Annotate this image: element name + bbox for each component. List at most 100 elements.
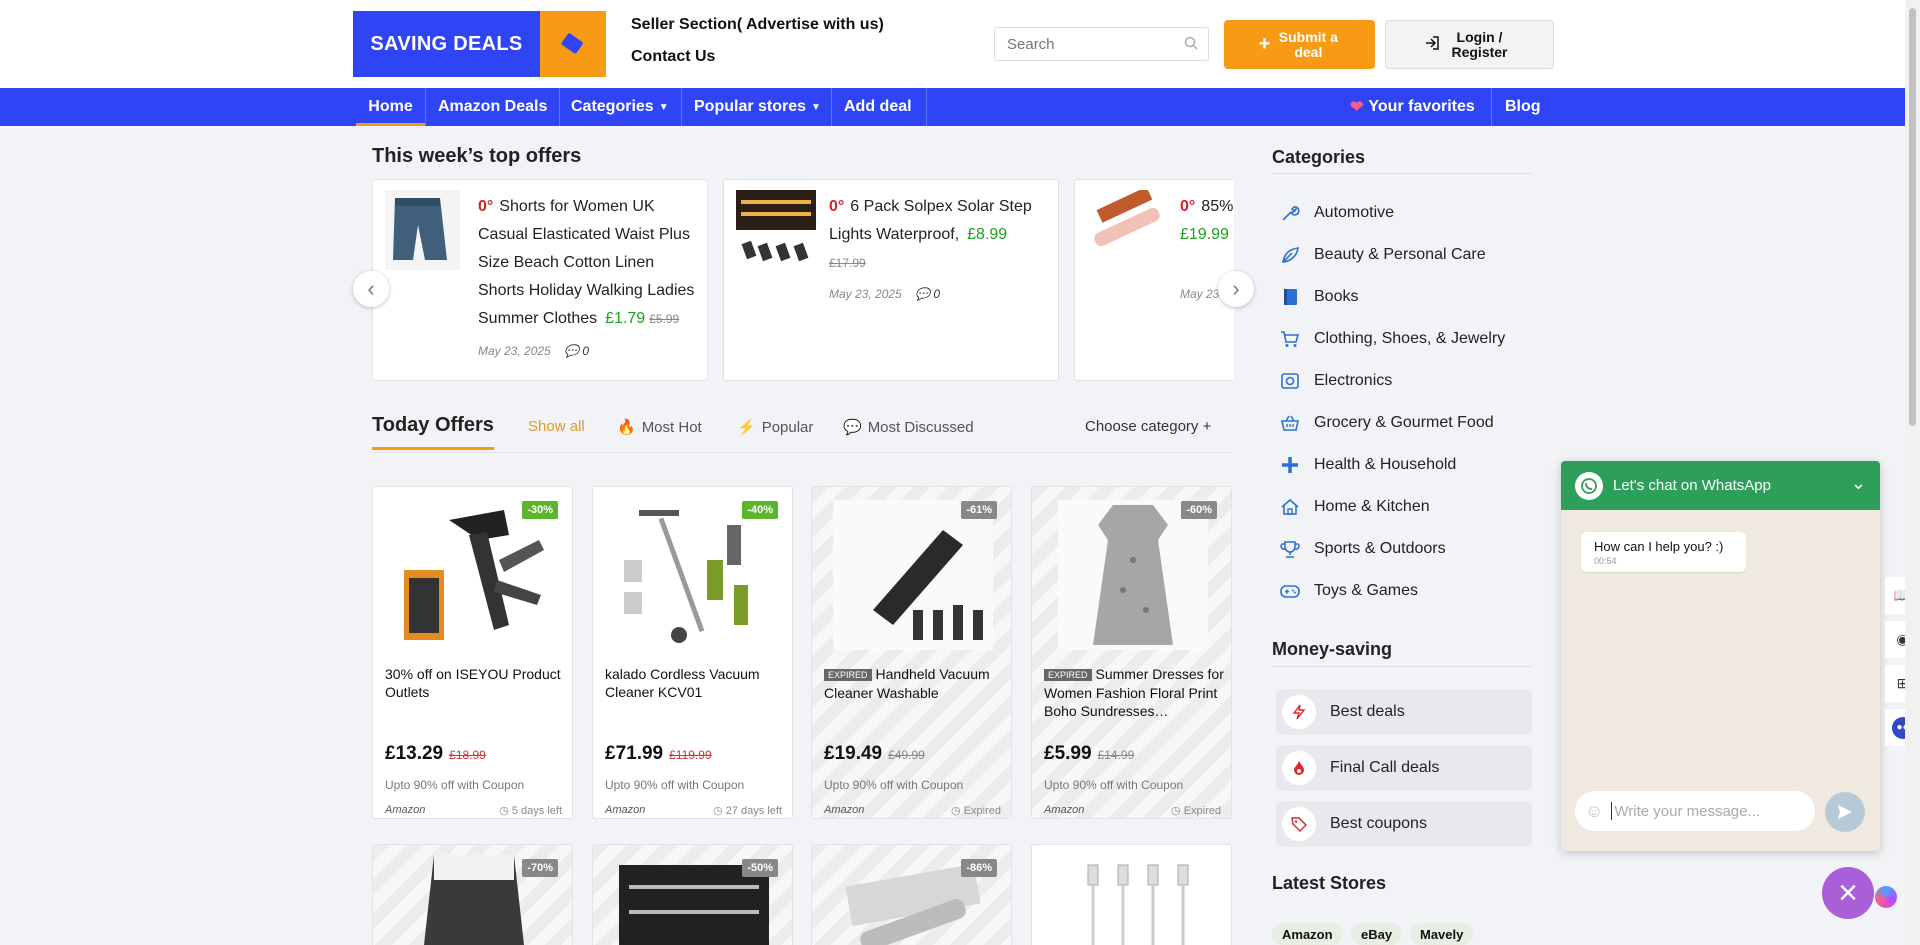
offer-comments[interactable]: 0 bbox=[582, 344, 589, 358]
tab-show-all[interactable]: Show all bbox=[528, 418, 585, 435]
money-best-coupons[interactable]: Best coupons bbox=[1276, 801, 1532, 847]
send-button[interactable] bbox=[1825, 792, 1865, 832]
deal-card[interactable]: -40% kalado Cordless Vacuum Cleaner KCV0… bbox=[592, 486, 793, 819]
store-pill[interactable]: Mavely bbox=[1410, 923, 1474, 945]
site-logo[interactable]: SAVING DEALS bbox=[353, 11, 606, 77]
nav-categories[interactable]: Categories ▼ bbox=[571, 88, 669, 126]
deal-title[interactable]: EXPIRED Summer Dresses for Women Fashion … bbox=[1044, 665, 1224, 720]
category-books[interactable]: Books bbox=[1280, 285, 1358, 309]
category-label: Toys & Games bbox=[1314, 582, 1419, 599]
deal-card[interactable]: -60% EXPIRED Summer Dresses for Women Fas… bbox=[1031, 486, 1232, 819]
close-chat-button[interactable]: × bbox=[1822, 867, 1874, 919]
nav-blog[interactable]: Blog bbox=[1505, 88, 1541, 126]
category-electronics[interactable]: Electronics bbox=[1280, 369, 1392, 393]
deal-title[interactable]: EXPIRED Handheld Vacuum Cleaner Washable bbox=[824, 665, 1004, 702]
emoji-icon[interactable]: ☺ bbox=[1585, 801, 1603, 822]
discount-badge: -70% bbox=[522, 859, 558, 877]
page-scrollbar[interactable] bbox=[1905, 0, 1920, 945]
tab-most-discussed[interactable]: 💬 Most Discussed bbox=[843, 418, 974, 437]
offer-card[interactable]: 0° 6 Pack Solpex Solar Step Lights Waterp… bbox=[723, 179, 1059, 381]
category-clothing[interactable]: Clothing, Shoes, & Jewelry bbox=[1280, 327, 1505, 351]
category-home-kitchen[interactable]: Home & Kitchen bbox=[1280, 495, 1430, 519]
nav-divider bbox=[831, 88, 832, 126]
sidebar-categories-title: Categories bbox=[1272, 147, 1366, 167]
text-cursor bbox=[1611, 802, 1613, 820]
deal-time-left: ◷ Expired bbox=[951, 804, 1001, 817]
offer-price: £8.99 bbox=[967, 226, 1008, 243]
deal-footer: Amazon ◷ 5 days left bbox=[385, 804, 562, 817]
category-automotive[interactable]: Automotive bbox=[1280, 201, 1394, 225]
money-best-deals[interactable]: Best deals bbox=[1276, 689, 1532, 735]
deal-time-left: ◷ 27 days left bbox=[713, 804, 782, 817]
choose-category-dropdown[interactable]: Choose category + bbox=[1085, 418, 1211, 435]
offer-date: May 23, 2025 bbox=[829, 287, 902, 301]
offer-title[interactable]: Shorts for Women UK Casual Elasticated W… bbox=[478, 198, 694, 327]
deal-card[interactable]: -30% 30% off on ISEYOU Product Outlets £… bbox=[372, 486, 573, 819]
category-toys[interactable]: Toys & Games bbox=[1280, 579, 1418, 603]
chat-message-bubble: How can I help you? :) 00:54 bbox=[1581, 532, 1746, 572]
tag-icon bbox=[1282, 807, 1316, 841]
offer-card[interactable]: 0° 85% Profess £19.99 May 23 bbox=[1074, 179, 1234, 381]
category-beauty[interactable]: Beauty & Personal Care bbox=[1280, 243, 1486, 267]
chat-input-placeholder: Write your message... bbox=[1614, 802, 1760, 820]
discount-badge: -30% bbox=[522, 501, 558, 519]
money-final-call[interactable]: Final Call deals bbox=[1276, 745, 1532, 791]
sidebar-money-saving-title: Money-saving bbox=[1272, 639, 1393, 659]
deal-store[interactable]: Amazon bbox=[1044, 804, 1084, 817]
search-input[interactable] bbox=[995, 28, 1165, 60]
nav-popular-stores[interactable]: Popular stores ▼ bbox=[694, 88, 821, 126]
deal-card[interactable] bbox=[1031, 844, 1232, 945]
store-pill[interactable]: eBay bbox=[1351, 923, 1403, 945]
chevron-down-icon[interactable]: ⌄ bbox=[1851, 473, 1866, 494]
deal-title[interactable]: 30% off on ISEYOU Product Outlets bbox=[385, 665, 565, 701]
comment-icon: 💬 bbox=[564, 344, 580, 358]
login-register-button[interactable]: Login / Register bbox=[1385, 20, 1554, 69]
carousel-next-button[interactable]: › bbox=[1218, 271, 1254, 307]
offer-comments[interactable]: 0 bbox=[933, 287, 940, 301]
deal-card[interactable]: -61% EXPIRED Handheld Vacuum Cleaner Wash… bbox=[811, 486, 1012, 819]
plus-icon: + bbox=[1258, 33, 1271, 55]
nav-home[interactable]: Home bbox=[356, 88, 425, 126]
carousel-prev-button[interactable]: ‹ bbox=[353, 271, 389, 307]
nav-divider bbox=[559, 88, 560, 126]
deal-footer: Amazon ◷ Expired bbox=[824, 804, 1001, 817]
category-sports[interactable]: Sports & Outdoors bbox=[1280, 537, 1446, 561]
deal-card[interactable]: -50% bbox=[592, 844, 793, 945]
tab-most-hot[interactable]: 🔥 Most Hot bbox=[617, 418, 702, 437]
scrollbar-thumb[interactable] bbox=[1909, 8, 1916, 426]
seller-section-link[interactable]: Seller Section( Advertise with us) bbox=[631, 16, 884, 34]
category-health[interactable]: Health & Household bbox=[1280, 453, 1456, 477]
deal-card[interactable]: -86% bbox=[811, 844, 1012, 945]
category-label: Home & Kitchen bbox=[1314, 498, 1430, 515]
contact-us-link[interactable]: Contact Us bbox=[631, 48, 884, 66]
nav-amazon-deals[interactable]: Amazon Deals bbox=[438, 88, 547, 126]
tab-popular[interactable]: ⚡ Popular bbox=[737, 418, 813, 437]
deal-coupon: Upto 90% off with Coupon bbox=[385, 778, 525, 792]
deal-store[interactable]: Amazon bbox=[824, 804, 864, 817]
nav-add-deal[interactable]: Add deal bbox=[844, 88, 912, 126]
chat-message-input[interactable]: ☺ Write your message... bbox=[1575, 791, 1815, 831]
offer-meta: May 23 bbox=[1180, 287, 1219, 301]
offer-title[interactable]: 85% Profess bbox=[1201, 198, 1234, 215]
whatsapp-icon bbox=[1575, 471, 1603, 500]
category-grocery[interactable]: Grocery & Gourmet Food bbox=[1280, 411, 1494, 435]
nav-divider bbox=[681, 88, 682, 126]
nav-favorites[interactable]: ❤ Your favorites bbox=[1350, 88, 1475, 126]
deal-time-left-label: 5 days left bbox=[511, 805, 562, 817]
category-label: Grocery & Gourmet Food bbox=[1314, 414, 1494, 431]
offer-card[interactable]: 0° Shorts for Women UK Casual Elasticated… bbox=[372, 179, 708, 381]
whatsapp-header[interactable]: Let's chat on WhatsApp ⌄ bbox=[1561, 461, 1880, 510]
search-box bbox=[994, 27, 1209, 61]
offer-old-price: £17.99 bbox=[829, 256, 866, 270]
deal-card[interactable]: -70% bbox=[372, 844, 573, 945]
extension-icon[interactable] bbox=[1875, 886, 1897, 908]
category-label: Beauty & Personal Care bbox=[1314, 246, 1486, 263]
submit-deal-button[interactable]: + Submit a deal bbox=[1224, 20, 1375, 69]
store-pill[interactable]: Amazon bbox=[1272, 923, 1343, 945]
deal-price: £19.49 £49.99 bbox=[824, 743, 925, 765]
search-icon[interactable] bbox=[1184, 36, 1198, 55]
deal-title[interactable]: kalado Cordless Vacuum Cleaner KCV01 bbox=[605, 665, 785, 701]
tab-most-hot-label: Most Hot bbox=[641, 418, 702, 436]
deal-store[interactable]: Amazon bbox=[385, 804, 425, 817]
deal-store[interactable]: Amazon bbox=[605, 804, 645, 817]
